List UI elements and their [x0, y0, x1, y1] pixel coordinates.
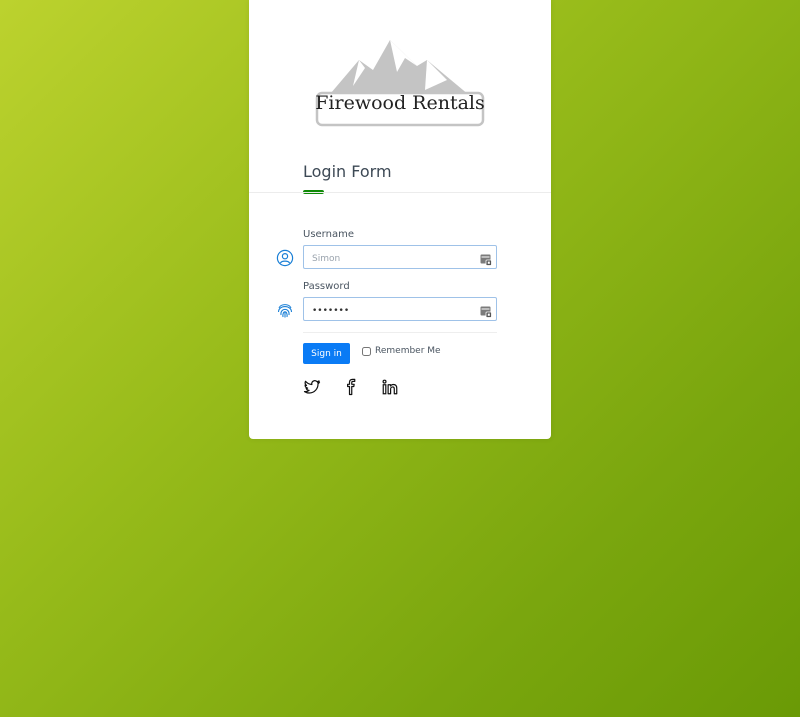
password-field[interactable]	[303, 297, 497, 322]
password-label: Password	[303, 281, 350, 292]
remember-me[interactable]: Remember Me	[362, 346, 441, 356]
fingerprint-icon	[276, 301, 294, 319]
user-icon	[276, 249, 294, 267]
remember-me-label: Remember Me	[375, 346, 441, 356]
form-title: Login Form	[303, 162, 392, 181]
logo: Firewood Rentals	[315, 38, 485, 128]
divider	[303, 332, 497, 333]
remember-me-checkbox[interactable]	[362, 346, 371, 356]
divider	[249, 192, 551, 193]
mountain-icon	[315, 40, 485, 127]
username-field[interactable]	[303, 245, 497, 270]
login-card: Firewood Rentals Login Form Username Pas…	[249, 0, 551, 439]
password-input[interactable]	[304, 300, 472, 322]
username-input[interactable]	[304, 248, 472, 270]
logo-text: Firewood Rentals	[315, 92, 485, 114]
linkedin-icon[interactable]	[381, 378, 399, 396]
twitter-icon[interactable]	[303, 378, 321, 396]
username-label: Username	[303, 229, 354, 240]
password-manager-icon[interactable]	[480, 303, 492, 318]
facebook-icon[interactable]	[342, 378, 360, 396]
password-manager-icon[interactable]	[480, 251, 492, 266]
sign-in-button[interactable]: Sign in	[303, 343, 350, 364]
